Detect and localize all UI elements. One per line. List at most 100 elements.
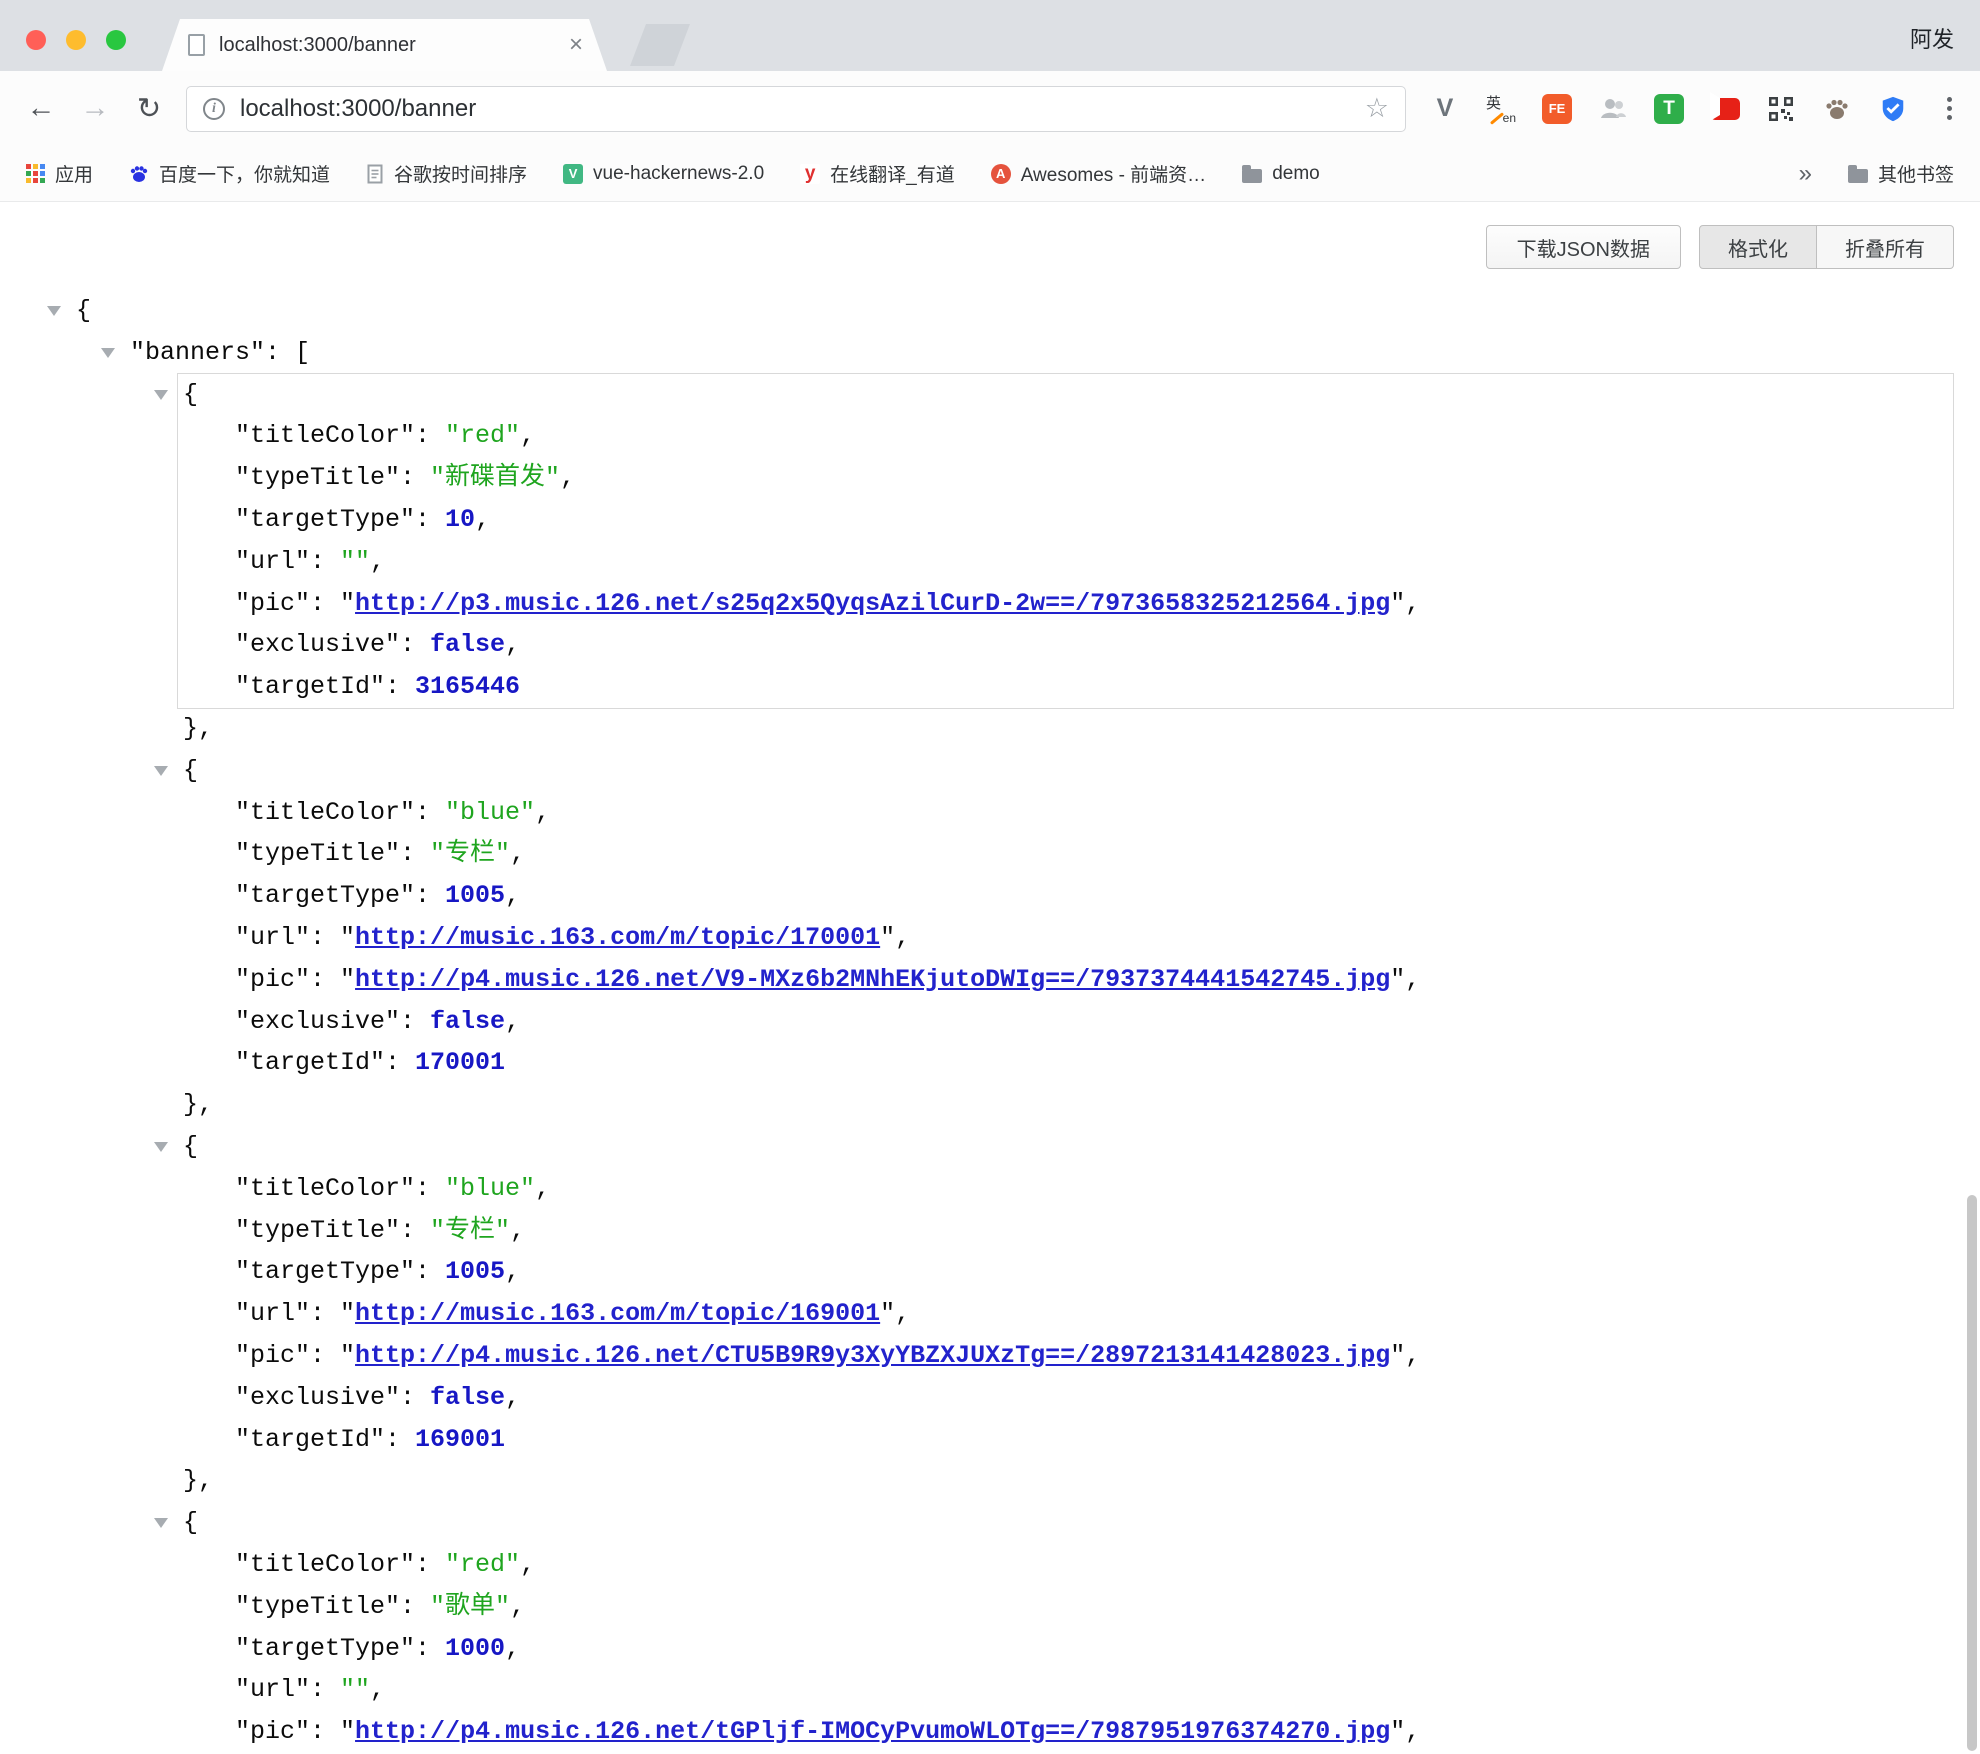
json-line: "typeTitle": "歌单", (0, 1586, 1980, 1628)
back-icon[interactable]: ← (22, 92, 60, 125)
youdao-icon: y (800, 164, 820, 184)
bookmark-label: 在线翻译_有道 (830, 160, 955, 187)
other-bookmarks-folder[interactable]: 其他书签 (1848, 160, 1954, 187)
json-line: { (178, 374, 1953, 416)
tab-title: localhost:3000/banner (219, 34, 567, 57)
json-line: "url": "", (0, 1669, 1980, 1711)
collapse-toggle-icon[interactable] (47, 306, 61, 316)
json-line: { (0, 290, 1980, 332)
browser-menu-icon[interactable] (1934, 94, 1964, 124)
t-shield-extension-icon[interactable]: T (1654, 94, 1684, 124)
awesomes-icon: A (991, 164, 1011, 184)
collapse-toggle-icon[interactable] (154, 766, 168, 776)
new-tab-button[interactable] (630, 24, 690, 66)
json-line: "targetType": 1005, (0, 875, 1980, 917)
bookmark-item-demo[interactable]: demo (1242, 163, 1320, 185)
youtube-extension-icon[interactable] (1710, 94, 1740, 124)
tab-bar: localhost:3000/banner × 阿发 (0, 0, 1980, 71)
close-window-button[interactable] (26, 30, 46, 50)
collapse-toggle-icon[interactable] (154, 1518, 168, 1528)
json-line: "banners": [ (0, 332, 1980, 374)
json-line: "typeTitle": "专栏", (0, 1210, 1980, 1252)
bookmark-star-icon[interactable]: ☆ (1365, 93, 1389, 124)
translate-extension-icon[interactable]: 英 en (1486, 94, 1516, 124)
json-line: "titleColor": "blue", (0, 1168, 1980, 1210)
profile-name[interactable]: 阿发 (1910, 22, 1954, 54)
window-controls (26, 30, 126, 50)
json-line: "pic": "http://p4.music.126.net/V9-MXz6b… (0, 959, 1980, 1001)
address-bar[interactable]: i localhost:3000/banner ☆ (186, 86, 1406, 132)
browser-toolbar: ← → ↻ i localhost:3000/banner ☆ V 英 en F… (0, 71, 1980, 146)
format-button[interactable]: 格式化 (1699, 225, 1817, 269)
browser-tab[interactable]: localhost:3000/banner × (162, 19, 607, 71)
folder-icon (1848, 169, 1868, 183)
json-line: "titleColor": "red", (178, 415, 1953, 457)
bookmark-label: vue-hackernews-2.0 (593, 163, 764, 185)
bookmark-item-vue-hackernews[interactable]: V vue-hackernews-2.0 (563, 163, 764, 185)
json-line: "targetType": 10, (178, 499, 1953, 541)
fullscreen-window-button[interactable] (106, 30, 126, 50)
collapse-all-button[interactable]: 折叠所有 (1817, 225, 1954, 269)
json-line: "pic": "http://p4.music.126.net/tGPljf-I… (0, 1711, 1980, 1753)
qr-code-extension-icon[interactable] (1766, 94, 1796, 124)
page-icon (366, 164, 384, 184)
bookmark-label: 其他书签 (1878, 160, 1954, 187)
json-line: "titleColor": "red", (0, 1544, 1980, 1586)
bookmark-item-baidu[interactable]: 百度一下，你就知道 (129, 160, 330, 187)
paw-extension-icon[interactable] (1822, 94, 1852, 124)
json-link[interactable]: http://p4.music.126.net/tGPljf-IMOCyPvum… (355, 1717, 1390, 1746)
bookmark-item-youdao[interactable]: y 在线翻译_有道 (800, 160, 955, 187)
vimium-extension-icon[interactable]: V (1430, 94, 1460, 124)
json-viewer: {"banners": [{"titleColor": "red","typeT… (0, 290, 1980, 1754)
json-link[interactable]: http://music.163.com/m/topic/170001 (355, 923, 880, 952)
json-line: "typeTitle": "新碟首发", (178, 457, 1953, 499)
bookmark-item-google-sort[interactable]: 谷歌按时间排序 (366, 160, 527, 187)
page-info-icon[interactable]: i (203, 98, 225, 120)
fe-extension-icon[interactable]: FE (1542, 94, 1572, 124)
bookmark-label: demo (1272, 163, 1320, 185)
json-line: "url": "http://music.163.com/m/topic/170… (0, 917, 1980, 959)
json-line: "pic": "http://p4.music.126.net/CTU5B9R9… (0, 1335, 1980, 1377)
minimize-window-button[interactable] (66, 30, 86, 50)
vue-icon: V (563, 164, 583, 184)
json-line: "exclusive": false, (0, 1001, 1980, 1043)
json-link[interactable]: http://p3.music.126.net/s25q2x5QyqsAzilC… (355, 589, 1390, 618)
collapse-toggle-icon[interactable] (154, 390, 168, 400)
forward-icon[interactable]: → (76, 92, 114, 125)
json-line: { (0, 1502, 1980, 1544)
apps-grid-icon (26, 164, 45, 183)
bookmarks-overflow-icon[interactable]: » (1799, 160, 1812, 188)
json-line: "targetId": 169001 (0, 1419, 1980, 1461)
url-text[interactable]: localhost:3000/banner (240, 95, 476, 123)
tab-close-icon[interactable]: × (567, 33, 585, 57)
collapse-toggle-icon[interactable] (154, 1142, 168, 1152)
json-line: }, (0, 1460, 1980, 1502)
json-link[interactable]: http://p4.music.126.net/CTU5B9R9y3XyYBZX… (355, 1341, 1390, 1370)
extension-icons-row: V 英 en FE T (1430, 94, 1964, 124)
page-favicon-icon (188, 34, 205, 56)
folder-icon (1242, 169, 1262, 183)
baidu-paw-icon (129, 164, 149, 184)
bookmarks-bar: 应用 百度一下，你就知道 谷歌按时间排序 V vue-hackernews-2.… (0, 146, 1980, 202)
bookmark-item-awesomes[interactable]: A Awesomes - 前端资… (991, 160, 1206, 187)
bookmark-label: 百度一下，你就知道 (159, 160, 330, 187)
page-content: 下载JSON数据 格式化 折叠所有 {"banners": [{"titleCo… (0, 202, 1980, 1754)
json-link[interactable]: http://music.163.com/m/topic/169001 (355, 1299, 880, 1328)
json-object-highlight-box: {"titleColor": "red","typeTitle": "新碟首发"… (177, 373, 1954, 709)
download-json-button[interactable]: 下载JSON数据 (1486, 225, 1681, 269)
json-line: "targetType": 1000, (0, 1628, 1980, 1670)
json-line: }, (0, 1084, 1980, 1126)
scrollbar-thumb[interactable] (1967, 1195, 1977, 1751)
people-extension-icon[interactable] (1598, 94, 1628, 124)
apps-shortcut[interactable]: 应用 (26, 160, 93, 187)
play-icon (1710, 92, 1720, 121)
collapse-toggle-icon[interactable] (101, 348, 115, 358)
json-link[interactable]: http://p4.music.126.net/V9-MXz6b2MNhEKju… (355, 965, 1390, 994)
browser-window: localhost:3000/banner × 阿发 ← → ↻ i local… (0, 0, 1980, 1754)
json-line: "exclusive": false, (178, 624, 1953, 666)
bookmark-label: 谷歌按时间排序 (394, 160, 527, 187)
reload-icon[interactable]: ↻ (130, 91, 168, 126)
view-mode-group: 格式化 折叠所有 (1699, 225, 1954, 269)
bookmark-label: 应用 (55, 160, 93, 187)
shield-check-extension-icon[interactable] (1878, 94, 1908, 124)
